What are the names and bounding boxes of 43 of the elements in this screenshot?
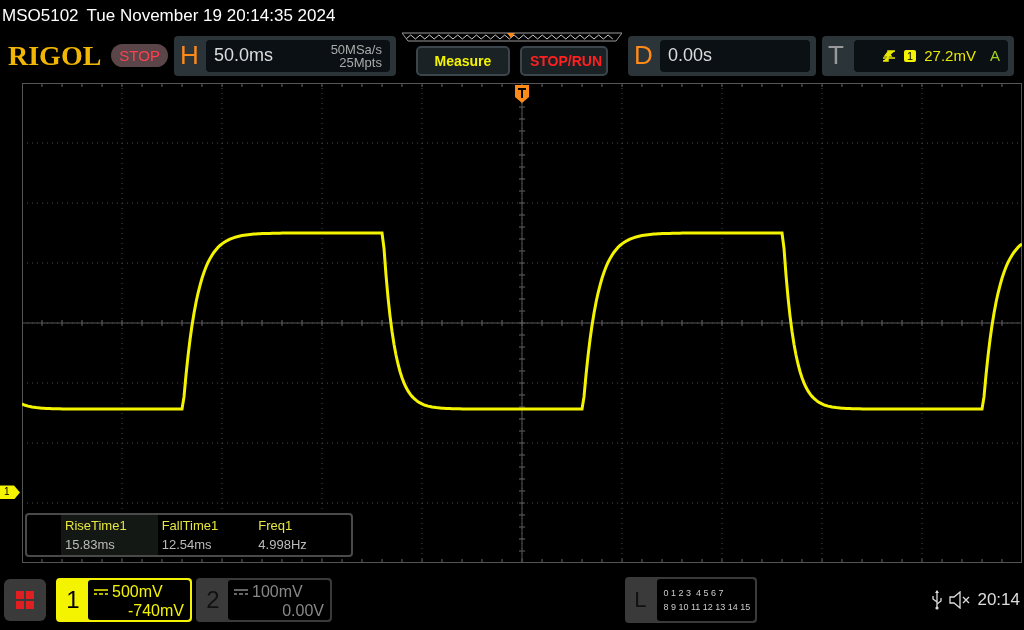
delay-panel[interactable]: D 0.00s xyxy=(627,35,816,76)
channel-offset: 0.00V xyxy=(281,601,324,621)
brand-logo: RIGOL xyxy=(8,39,102,72)
trigger-position-icon[interactable] xyxy=(515,85,529,104)
channel-scale: 500mV xyxy=(112,582,163,602)
grid-menu-icon xyxy=(15,590,35,611)
trigger-mode: A xyxy=(989,47,1000,65)
trigger-panel[interactable]: T 1 27.2mV A xyxy=(821,35,1014,76)
sample-rate: 50MSa/s xyxy=(330,42,382,56)
channel-marker[interactable]: 1 xyxy=(0,485,20,500)
dc-coupling-icon xyxy=(234,587,248,596)
usb-icon xyxy=(931,590,944,611)
menu-button[interactable] xyxy=(4,579,46,622)
delay-value: 0.00s xyxy=(667,45,712,67)
measurement-name: Freq1 xyxy=(258,518,294,534)
channel-scale: 100mV xyxy=(252,582,303,602)
measurement-value: 12.54ms xyxy=(161,537,213,553)
clock: 20:14 xyxy=(977,590,1020,611)
measurement-value: 15.83ms xyxy=(65,537,116,553)
memory-depth: 25Mpts xyxy=(339,55,382,69)
horizontal-panel[interactable]: H 50.0ms 50MSa/s 25Mpts xyxy=(173,35,396,76)
date-time: Tue November 19 20:14:35 2024 xyxy=(86,5,336,26)
measurement-name: RiseTime1 xyxy=(65,518,128,534)
delay-label: D xyxy=(633,40,654,72)
trigger-level: 27.2mV xyxy=(924,47,976,65)
digital-channel-numbers: 8 9 10 11 12 13 14 15 xyxy=(663,602,752,613)
horizontal-label: H xyxy=(179,40,200,72)
channel-panel[interactable]: 1 500mV -740mV xyxy=(56,578,192,623)
digital-channel-numbers: 0 1 2 3 4 5 6 7 xyxy=(663,588,725,599)
model-name: MSO5102 xyxy=(2,5,79,26)
timebase-value: 50.0ms xyxy=(213,45,273,67)
speaker-muted-icon[interactable] xyxy=(949,591,972,610)
measurement-value: 4.998Hz xyxy=(258,537,308,553)
measure-button[interactable]: Measure xyxy=(415,45,510,76)
trigger-label: T xyxy=(827,40,845,72)
rising-edge-icon xyxy=(882,48,897,63)
channel-number: 1 xyxy=(65,585,81,616)
channel-offset: -740mV xyxy=(126,601,184,621)
trigger-source: 1 xyxy=(904,49,917,62)
stop-run-button[interactable]: STOP/RUN xyxy=(519,45,608,76)
measurement-name: FallTime1 xyxy=(161,518,220,534)
run-state-badge: STOP xyxy=(111,44,168,68)
dc-coupling-icon xyxy=(94,587,108,596)
